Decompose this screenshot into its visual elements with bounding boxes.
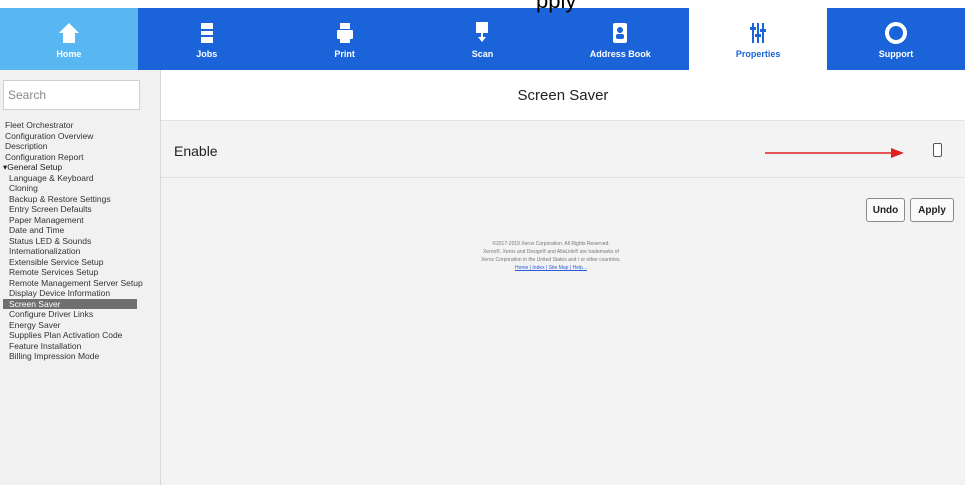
sidebar-item-entry-screen-defaults[interactable]: Entry Screen Defaults: [0, 204, 160, 215]
nav-properties-label: Properties: [735, 48, 781, 59]
sidebar-item-configure-driver-links[interactable]: Configure Driver Links: [0, 309, 160, 320]
top-navigation: Home Jobs Print Scan Address Book Proper…: [0, 8, 965, 70]
nav-jobs[interactable]: Jobs: [138, 8, 276, 70]
sidebar-item-language-keyboard[interactable]: Language & Keyboard: [0, 173, 160, 184]
search-input[interactable]: Search: [3, 80, 140, 110]
sidebar-section-general-setup[interactable]: ▾General Setup: [0, 162, 160, 173]
address-book-icon: [613, 22, 628, 43]
enable-row: Enable: [161, 127, 965, 178]
sidebar-item-remote-management-server-setup[interactable]: Remote Management Server Setup: [0, 278, 160, 289]
apply-button[interactable]: Apply: [910, 198, 954, 222]
sidebar-item-feature-installation[interactable]: Feature Installation: [0, 341, 160, 352]
nav-home-label: Home: [56, 48, 82, 59]
sidebar-item-cloning[interactable]: Cloning: [0, 183, 160, 194]
sidebar-item-configuration-report[interactable]: Configuration Report: [0, 152, 160, 163]
sidebar-item-remote-services-setup[interactable]: Remote Services Setup: [0, 267, 160, 278]
nav-support-label: Support: [878, 48, 914, 59]
footer-copyright: ©2017-2019 Xerox Corporation. All Rights…: [492, 241, 610, 247]
sidebar-list: Fleet Orchestrator Configuration Overvie…: [0, 120, 160, 362]
jobs-icon: [200, 22, 213, 43]
sidebar-item-screen-saver[interactable]: Screen Saver: [3, 298, 137, 309]
properties-icon: [750, 22, 767, 43]
nav-jobs-label: Jobs: [196, 48, 218, 59]
footer-trademarks-cont: Xerox Corporation in the United States a…: [481, 257, 621, 263]
red-arrow-annotation: [765, 148, 904, 158]
sidebar-item-date-time[interactable]: Date and Time: [0, 225, 160, 236]
caption-partial: pply: [536, 0, 577, 13]
scan-icon: [476, 21, 489, 42]
nav-print-label: Print: [334, 48, 355, 59]
sidebar: Search Fleet Orchestrator Configuration …: [0, 70, 161, 485]
undo-button[interactable]: Undo: [866, 198, 905, 222]
sidebar-item-energy-saver[interactable]: Energy Saver: [0, 320, 160, 331]
nav-home[interactable]: Home: [0, 8, 138, 70]
nav-properties[interactable]: Properties: [689, 8, 828, 70]
nav-support[interactable]: Support: [827, 8, 965, 70]
footer: ©2017-2019 Xerox Corporation. All Rights…: [401, 240, 701, 272]
sidebar-item-status-led-sounds[interactable]: Status LED & Sounds: [0, 236, 160, 247]
page-title: Screen Saver: [161, 70, 965, 121]
nav-address-book[interactable]: Address Book: [551, 8, 689, 70]
nav-print[interactable]: Print: [276, 8, 414, 70]
nav-scan-label: Scan: [471, 48, 494, 59]
sidebar-item-extensible-service-setup[interactable]: Extensible Service Setup: [0, 257, 160, 268]
sidebar-item-paper-management[interactable]: Paper Management: [0, 215, 160, 226]
enable-checkbox[interactable]: [933, 143, 942, 157]
enable-label: Enable: [174, 143, 218, 159]
nav-scan[interactable]: Scan: [414, 8, 552, 70]
sidebar-item-billing-impression-mode[interactable]: Billing Impression Mode: [0, 351, 160, 362]
footer-trademarks: Xerox®, Xerox and Design® and AltaLink® …: [483, 249, 619, 255]
sidebar-item-supplies-plan-activation-code[interactable]: Supplies Plan Activation Code: [0, 330, 160, 341]
sidebar-item-backup-restore[interactable]: Backup & Restore Settings: [0, 194, 160, 205]
sidebar-item-description[interactable]: Description: [0, 141, 160, 152]
printer-icon: [336, 22, 353, 43]
footer-links[interactable]: Home | Index | Site Map | Help...: [401, 264, 701, 272]
nav-address-book-label: Address Book: [589, 48, 651, 59]
sidebar-item-configuration-overview[interactable]: Configuration Overview: [0, 131, 160, 142]
sidebar-item-display-device-information[interactable]: Display Device Information: [0, 288, 160, 299]
home-icon: [58, 22, 79, 43]
sidebar-item-fleet-orchestrator[interactable]: Fleet Orchestrator: [0, 120, 160, 131]
main-panel: Screen Saver Enable Undo Apply ©2017-201…: [161, 70, 965, 485]
support-icon: [884, 21, 907, 44]
sidebar-item-internationalization[interactable]: Internationalization: [0, 246, 160, 257]
